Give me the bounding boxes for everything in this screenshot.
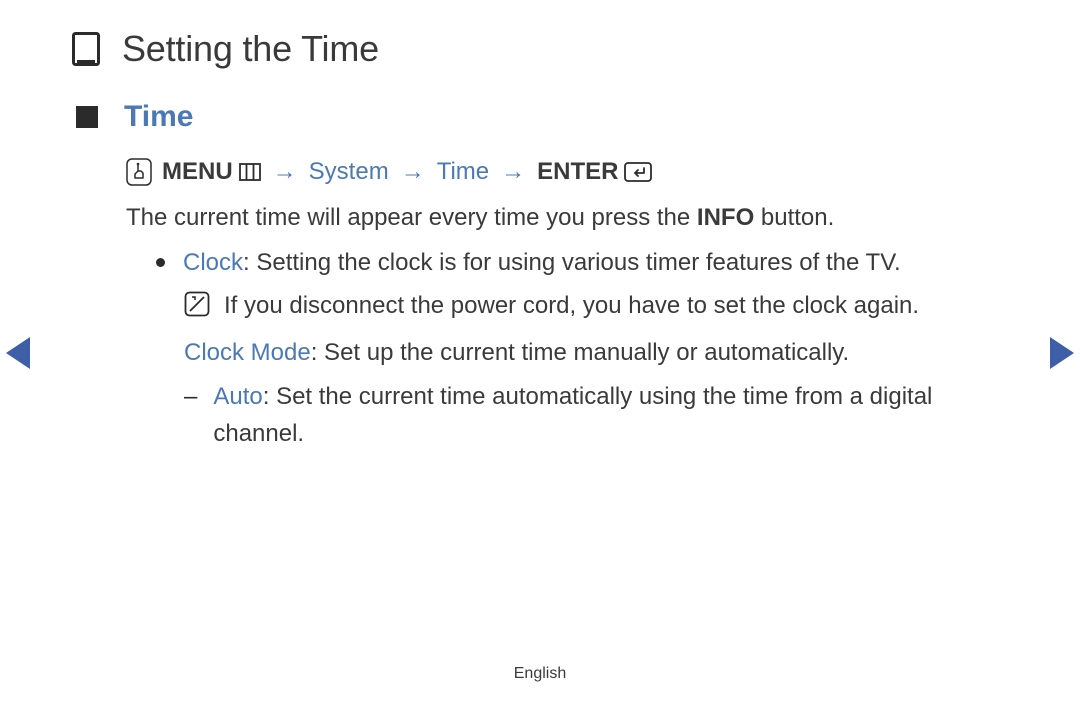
clock-mode-term: Clock Mode: [184, 339, 311, 366]
sublist-item: – Auto: Set the current time automatical…: [184, 378, 1008, 452]
bullet-icon: [156, 258, 165, 267]
triangle-left-icon: [6, 337, 30, 369]
intro-suffix: button.: [754, 204, 834, 231]
list-item: Clock: Setting the clock is for using va…: [156, 244, 1008, 281]
auto-desc: : Set the current time automatically usi…: [213, 383, 932, 447]
menu-label: MENU: [162, 158, 233, 186]
section-heading-row: Time: [76, 100, 1008, 134]
section-title: Time: [124, 100, 193, 134]
menu-navigation-path: MENU → System → Time → ENTER: [126, 158, 1008, 186]
triangle-right-icon: [1050, 337, 1074, 369]
page-title: Setting the Time: [122, 28, 379, 70]
prev-page-button[interactable]: [6, 337, 30, 369]
clock-desc: : Setting the clock is for using various…: [243, 249, 901, 276]
clock-term: Clock: [183, 249, 243, 276]
intro-bold: INFO: [697, 204, 754, 231]
auto-term: Auto: [213, 383, 262, 410]
enter-icon: [624, 162, 652, 182]
next-page-button[interactable]: [1050, 337, 1074, 369]
intro-prefix: The current time will appear every time …: [126, 204, 697, 231]
bookmark-icon: [72, 32, 100, 66]
arrow-separator: →: [271, 158, 299, 186]
note-text: If you disconnect the power cord, you ha…: [224, 287, 919, 328]
clock-mode-row: Clock Mode: Set up the current time manu…: [184, 334, 1008, 371]
arrow-separator: →: [499, 158, 527, 186]
note-row: If you disconnect the power cord, you ha…: [184, 287, 1008, 328]
feature-list: Clock: Setting the clock is for using va…: [156, 244, 1008, 281]
intro-text: The current time will appear every time …: [126, 204, 1008, 232]
square-bullet-icon: [76, 106, 98, 128]
note-icon: [184, 291, 210, 328]
hand-icon: [126, 158, 152, 186]
menu-grid-icon: [239, 163, 261, 181]
path-time: Time: [437, 158, 489, 186]
arrow-separator: →: [399, 158, 427, 186]
footer-language: English: [0, 665, 1080, 683]
clock-mode-desc: : Set up the current time manually or au…: [311, 339, 849, 366]
dash-bullet: –: [184, 378, 197, 452]
path-system: System: [309, 158, 389, 186]
page-title-row: Setting the Time: [72, 28, 1008, 70]
enter-label: ENTER: [537, 158, 618, 186]
